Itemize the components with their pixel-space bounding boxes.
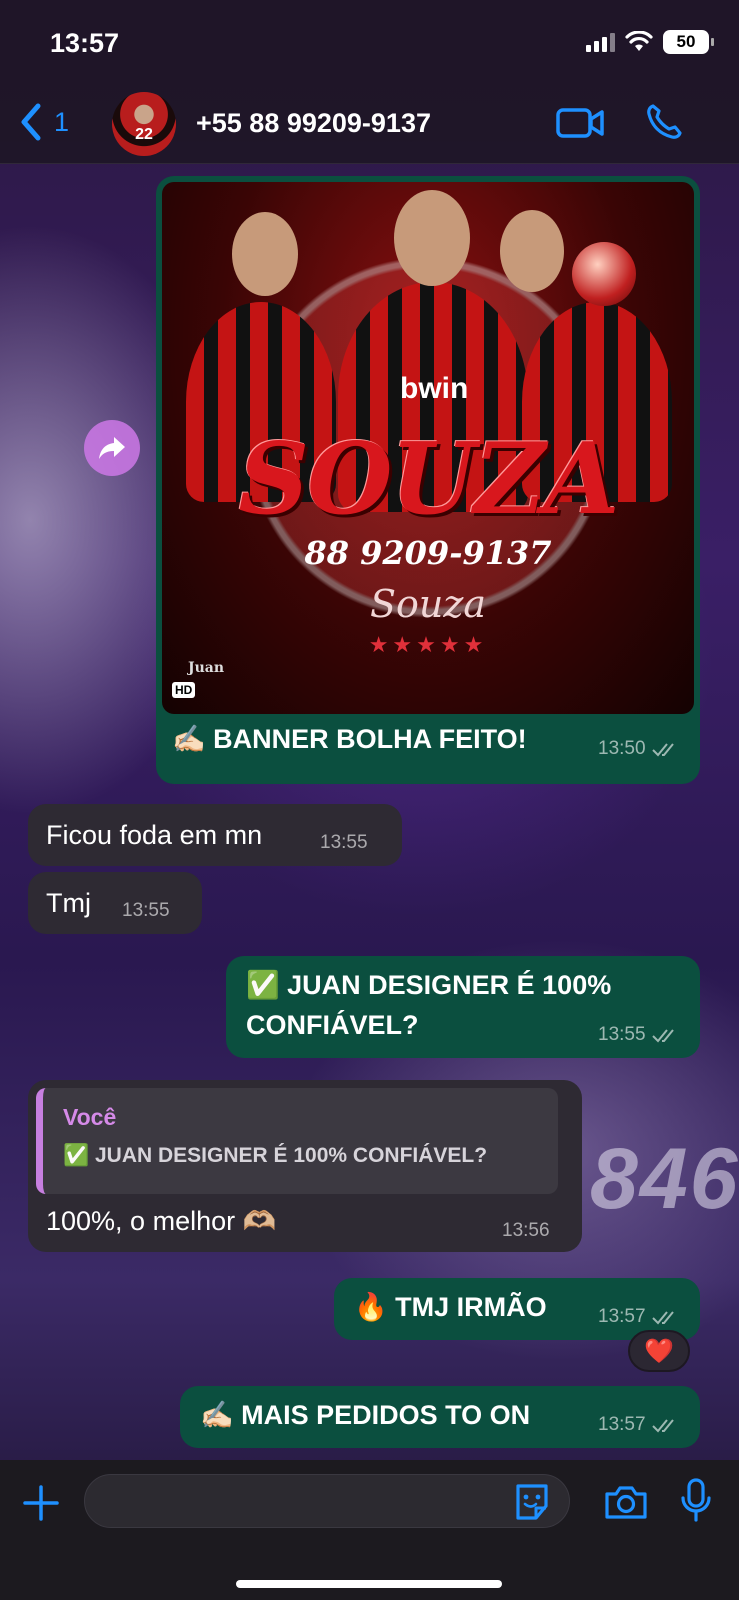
message-text-line: ✅ JUAN DESIGNER É 100% xyxy=(246,970,612,1000)
unread-count: 1 xyxy=(54,106,70,137)
message-bubble-incoming[interactable]: Tmj 13:55 xyxy=(28,872,202,934)
forward-icon xyxy=(99,437,125,459)
message-bubble-outgoing[interactable]: bwin SOUZA 88 9209-9137 Souza ★★★★★ Juan… xyxy=(156,176,700,784)
message-bubble-incoming[interactable]: Você ✅ JUAN DESIGNER É 100% CONFIÁVEL? 1… xyxy=(28,1080,582,1252)
cellular-signal-icon xyxy=(586,32,615,52)
status-time: 13:57 xyxy=(50,28,120,58)
player-head xyxy=(232,212,298,296)
message-text: Ficou foda em mn xyxy=(46,820,263,850)
player-head xyxy=(500,210,564,292)
home-indicator[interactable] xyxy=(236,1580,502,1588)
message-time: 13:57 xyxy=(598,1306,646,1327)
status-icons: 50 xyxy=(586,30,714,54)
wallpaper-graphic: 846 xyxy=(590,1131,739,1227)
contact-name[interactable]: +55 88 99209-9137 xyxy=(196,108,431,139)
sticker-icon[interactable] xyxy=(512,1482,552,1522)
banner-image[interactable]: bwin SOUZA 88 9209-9137 Souza ★★★★★ Juan… xyxy=(162,182,694,714)
heart-icon: ❤️ xyxy=(644,1337,674,1365)
quoted-text: ✅ JUAN DESIGNER É 100% CONFIÁVEL? xyxy=(63,1144,488,1167)
message-bubble-outgoing[interactable]: ✍🏻 MAIS PEDIDOS TO ON 13:57 xyxy=(180,1386,700,1448)
banner-phone: 88 9209-9137 xyxy=(304,534,552,572)
avatar-jersey-number: 22 xyxy=(135,126,153,143)
message-time: 13:56 xyxy=(502,1220,550,1241)
wifi-icon xyxy=(625,31,653,51)
message-time: 13:55 xyxy=(320,832,368,853)
plus-icon[interactable] xyxy=(22,1484,60,1522)
banner-signature: Souza xyxy=(369,582,487,626)
double-check-icon xyxy=(652,743,674,757)
sponsor-logo: bwin xyxy=(400,372,469,405)
video-call-icon[interactable] xyxy=(556,106,604,140)
message-time: 13:57 xyxy=(598,1414,646,1435)
back-button[interactable]: 1 xyxy=(18,102,69,142)
heart-reaction[interactable]: ❤️ xyxy=(628,1330,690,1372)
message-text: ✍🏻 MAIS PEDIDOS TO ON xyxy=(200,1400,531,1430)
hd-badge: HD xyxy=(172,682,196,698)
double-check-icon xyxy=(652,1029,674,1043)
message-text: 🔥 TMJ IRMÃO xyxy=(354,1292,547,1322)
contact-avatar[interactable]: 22 xyxy=(112,92,176,156)
message-composer xyxy=(0,1460,739,1600)
message-bubble-outgoing[interactable]: ✅ JUAN DESIGNER É 100% CONFIÁVEL? 13:55 xyxy=(226,956,700,1058)
message-text-line: CONFIÁVEL? xyxy=(246,1010,419,1040)
quoted-message[interactable]: Você ✅ JUAN DESIGNER É 100% CONFIÁVEL? xyxy=(36,1088,558,1194)
status-bar: 13:57 50 xyxy=(0,0,739,88)
message-text: Tmj xyxy=(46,888,91,918)
mic-icon[interactable] xyxy=(680,1478,712,1524)
phone-icon[interactable] xyxy=(644,102,684,142)
message-time: 13:55 xyxy=(598,1024,646,1045)
battery-indicator: 50 xyxy=(663,30,714,54)
back-chevron-icon xyxy=(21,103,41,141)
forward-button[interactable] xyxy=(84,420,140,476)
trophy-ball xyxy=(572,242,636,306)
banner-title: SOUZA xyxy=(238,422,619,537)
message-input[interactable] xyxy=(84,1474,570,1528)
message-time: 13:55 xyxy=(122,900,170,921)
player-head xyxy=(394,190,470,286)
message-time: 13:50 xyxy=(598,738,646,759)
double-check-icon xyxy=(652,1311,674,1325)
message-text: 100%, o melhor 🫶🏼 xyxy=(46,1206,277,1236)
quoted-author: Você xyxy=(63,1104,117,1130)
double-check-icon xyxy=(652,1419,674,1433)
message-bubble-incoming[interactable]: Ficou foda em mn 13:55 xyxy=(28,804,402,866)
banner-stars: ★★★★★ xyxy=(368,632,488,657)
camera-icon[interactable] xyxy=(604,1484,648,1520)
designer-watermark: Juan xyxy=(188,660,225,676)
chat-header: 1 22 +55 88 99209-9137 xyxy=(0,88,739,164)
message-text: ✍🏻 BANNER BOLHA FEITO! xyxy=(172,724,527,754)
